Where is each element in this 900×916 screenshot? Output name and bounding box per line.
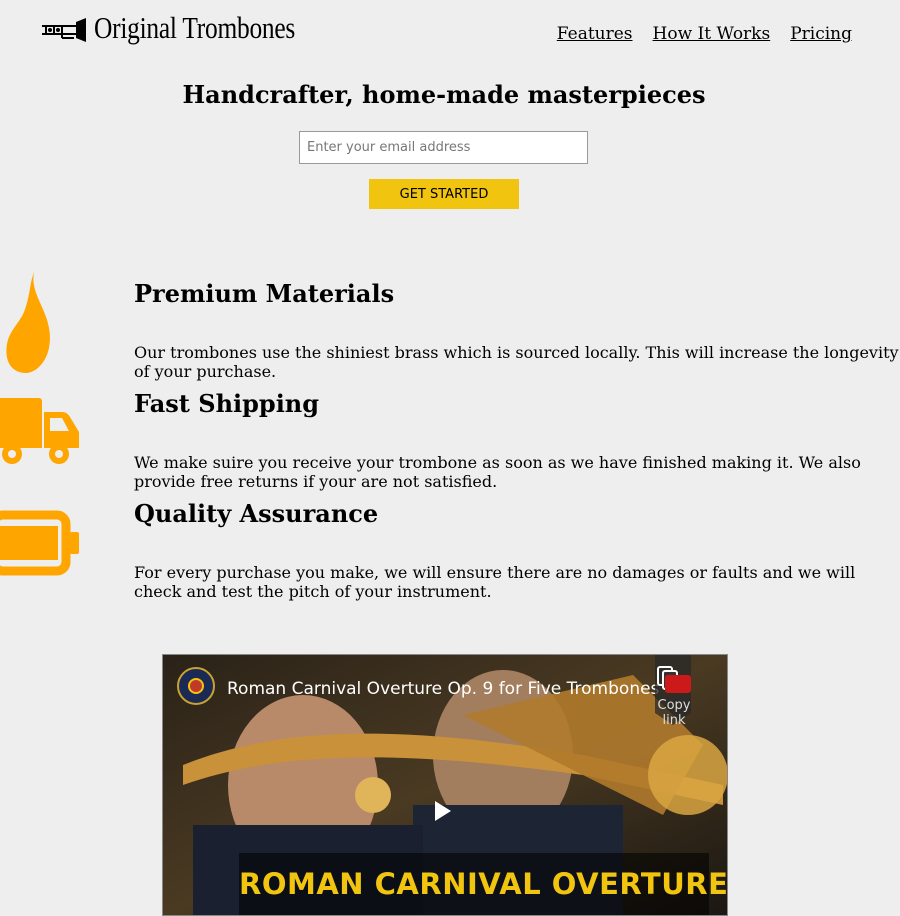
nav-link-pricing[interactable]: Pricing xyxy=(790,24,852,44)
feature-text-premium-materials: Our trombones use the shiniest brass whi… xyxy=(134,343,899,381)
video-title[interactable]: Roman Carnival Overture Op. 9 for Five T… xyxy=(227,679,659,699)
nav-link-how-it-works[interactable]: How It Works xyxy=(653,24,771,44)
trombone-icon xyxy=(42,18,86,42)
brand-logo[interactable]: Original Trombones xyxy=(40,10,339,46)
feature-title-premium-materials: Premium Materials xyxy=(134,279,395,308)
battery-icon xyxy=(0,510,79,576)
fire-icon xyxy=(6,272,50,373)
email-field[interactable] xyxy=(299,131,588,164)
brand-name: Original Trombones xyxy=(94,10,296,45)
truck-icon xyxy=(0,398,79,464)
copy-link-label[interactable]: Copy link xyxy=(645,698,703,728)
channel-avatar[interactable] xyxy=(177,667,215,705)
video-player[interactable]: Roman Carnival Overture Op. 9 for Five T… xyxy=(162,654,728,916)
feature-text-fast-shipping: We make suire you receive your trombone … xyxy=(134,453,861,491)
main-nav: Features How It Works Pricing xyxy=(557,24,852,44)
play-icon[interactable] xyxy=(421,791,461,831)
feature-title-quality-assurance: Quality Assurance xyxy=(134,499,379,528)
feature-title-fast-shipping: Fast Shipping xyxy=(134,389,320,418)
get-started-button[interactable]: GET STARTED xyxy=(369,179,519,209)
nav-link-features[interactable]: Features xyxy=(557,24,633,44)
hero-title: Handcrafter, home-made masterpieces xyxy=(182,80,706,109)
feature-text-quality-assurance: For every purchase you make, we will ens… xyxy=(134,563,856,601)
video-caption: ROMAN CARNIVAL OVERTURE xyxy=(239,853,727,915)
